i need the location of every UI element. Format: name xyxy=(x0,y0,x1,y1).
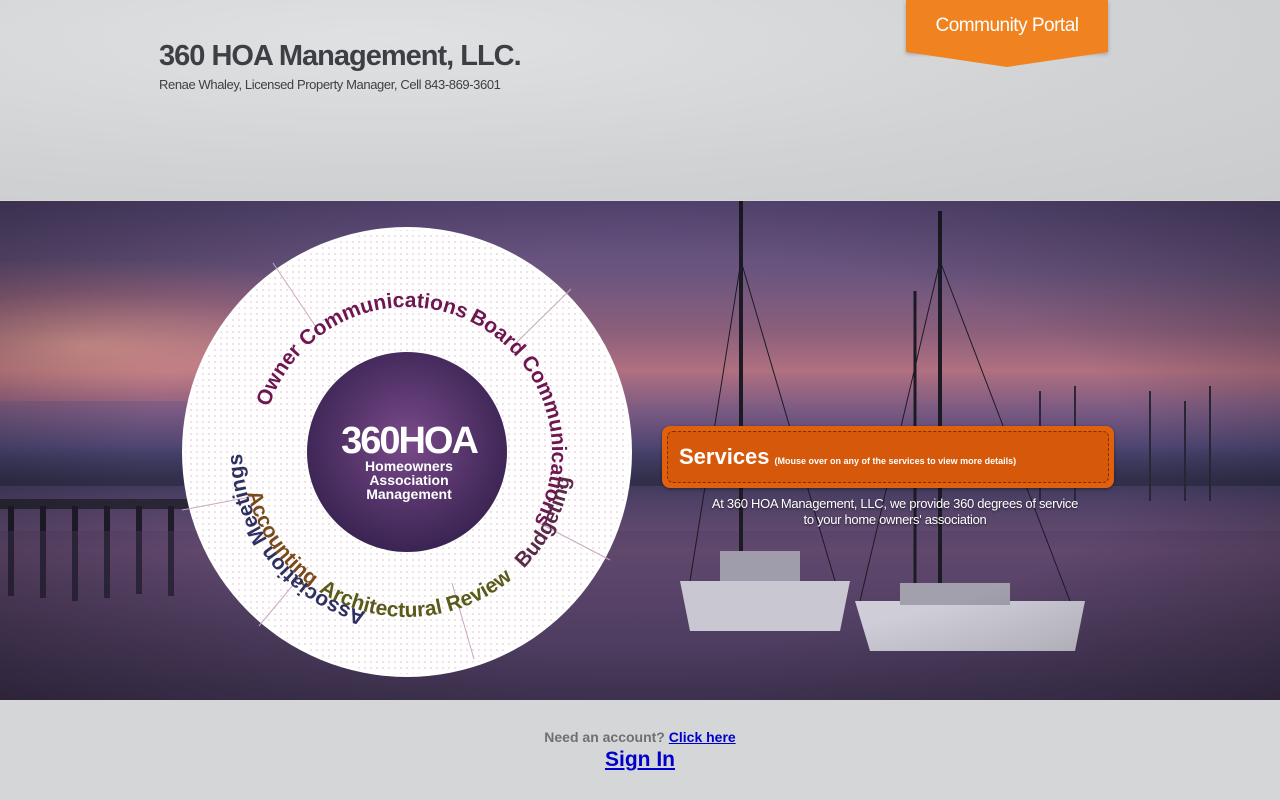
services-panel-inner: Services (Mouse over on any of the servi… xyxy=(667,431,1109,483)
community-portal-tab-tip xyxy=(906,52,1108,67)
wheel-center-title: 360HOA xyxy=(341,420,479,462)
services-description-line-2: to your home owners' association xyxy=(803,512,987,527)
wheel-center-sub-2: Association xyxy=(369,472,449,488)
site-title: 360 HOA Management, LLC. xyxy=(159,40,522,72)
community-portal-button[interactable]: Community Portal xyxy=(906,0,1108,52)
need-account-text: Need an account? xyxy=(544,729,665,745)
sign-in-row: Sign In xyxy=(0,748,1280,772)
services-hint: (Mouse over on any of the services to vi… xyxy=(774,456,1017,466)
services-panel: Services (Mouse over on any of the servi… xyxy=(662,426,1114,488)
services-description: At 360 HOA Management, LLC, we provide 3… xyxy=(690,496,1100,528)
sign-in-link[interactable]: Sign In xyxy=(605,748,675,771)
wheel-center-sub-1: Homeowners xyxy=(365,458,453,474)
services-description-line-1: At 360 HOA Management, LLC, we provide 3… xyxy=(711,496,1079,511)
click-here-link[interactable]: Click here xyxy=(669,729,736,745)
site-subtitle: Renae Whaley, Licensed Property Manager,… xyxy=(159,77,501,92)
services-title: Services xyxy=(679,444,770,469)
wheel-center-sub-3: Management xyxy=(366,486,452,502)
wheel-center-subtitle: Homeowners Association Management xyxy=(309,459,509,501)
need-account-row: Need an account? Click here xyxy=(0,729,1280,745)
